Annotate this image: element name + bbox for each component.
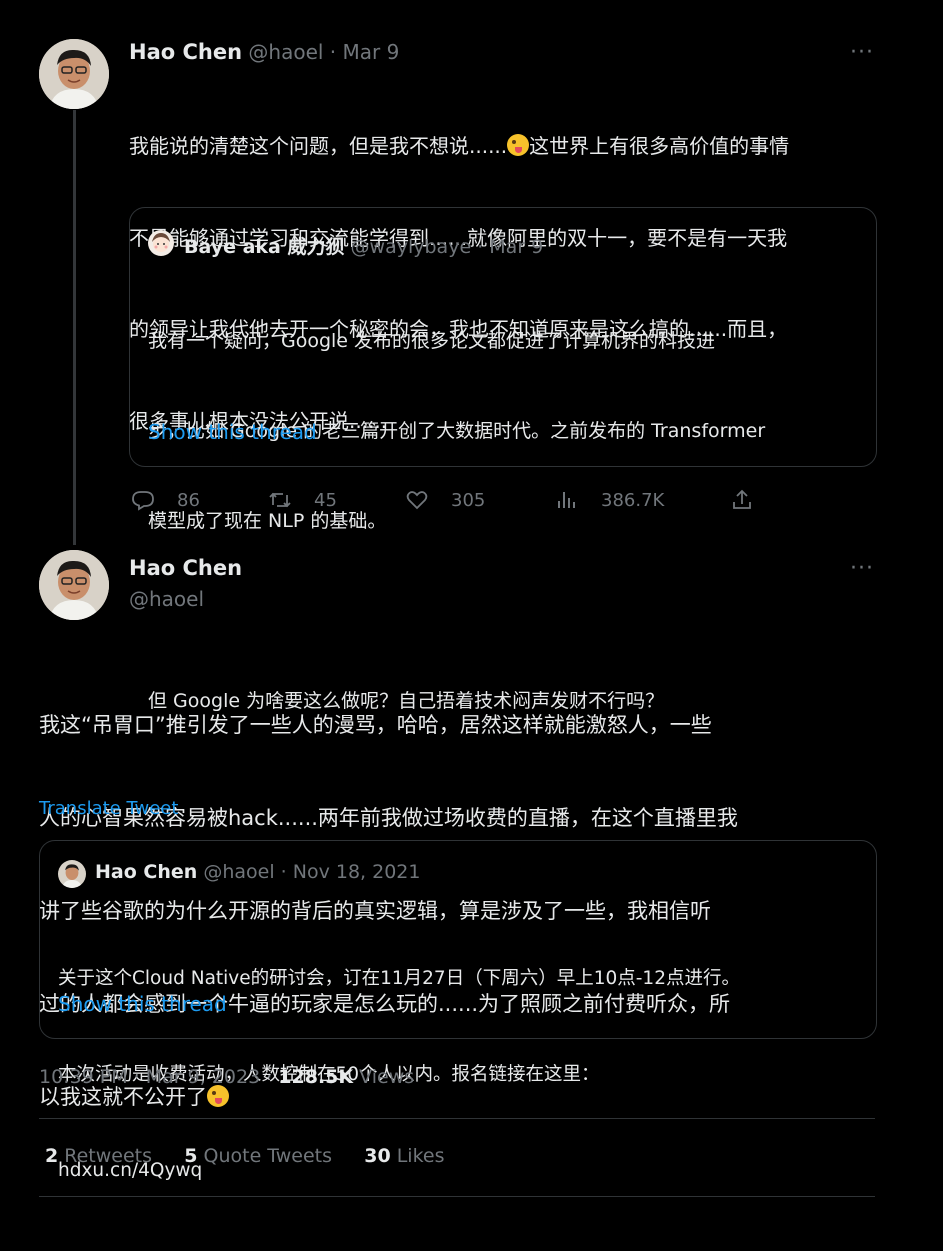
timestamp-text[interactable]: 10:39 PM · Mar 9, 2023 · bbox=[39, 1066, 278, 1088]
like-button[interactable]: 305 bbox=[405, 488, 485, 512]
tweet-date[interactable]: Mar 9 bbox=[343, 40, 400, 64]
show-thread-link[interactable]: Show this thread bbox=[58, 992, 227, 1016]
quoted-header: Baye aka 威力狈 @waylybaye · Mar 9 bbox=[184, 232, 543, 259]
author-handle[interactable]: @haoel bbox=[129, 587, 204, 611]
quoted-date: Nov 18, 2021 bbox=[292, 861, 421, 883]
quoted-author-name: Hao Chen bbox=[95, 861, 198, 883]
retweet-button[interactable]: 45 bbox=[268, 488, 337, 512]
tweet-text-line: 这世界上有很多高价值的事情 bbox=[529, 134, 790, 158]
show-thread-link[interactable]: Show this thread bbox=[148, 420, 317, 444]
author-name[interactable]: Hao Chen bbox=[129, 40, 242, 64]
quote-tweets-count: 5 bbox=[184, 1145, 198, 1167]
quoted-text-line: 我有一个疑问，Google 发布的很多论文都促进了计算机界的科技进 bbox=[148, 330, 716, 352]
quoted-avatar bbox=[148, 230, 174, 256]
author-name[interactable]: Hao Chen bbox=[129, 556, 242, 580]
quoted-date: Mar 9 bbox=[489, 236, 544, 258]
like-count: 305 bbox=[451, 489, 486, 511]
views-count: 128.5K bbox=[278, 1066, 354, 1088]
more-options-icon[interactable]: ··· bbox=[850, 556, 874, 581]
separator-dot: · bbox=[477, 236, 484, 258]
quote-tweets-label: Quote Tweets bbox=[197, 1145, 333, 1167]
divider bbox=[39, 1118, 875, 1119]
likes-label: Likes bbox=[390, 1145, 445, 1167]
avatar[interactable] bbox=[39, 39, 109, 109]
divider bbox=[39, 1196, 875, 1197]
quoted-author-handle: @waylybaye bbox=[350, 236, 472, 258]
quoted-text-line: 模型成了现在 NLP 的基础。 bbox=[148, 510, 387, 532]
avatar[interactable] bbox=[39, 550, 109, 620]
likes-stat[interactable]: 30 Likes bbox=[364, 1145, 444, 1167]
view-count: 386.7K bbox=[601, 489, 665, 511]
quoted-avatar bbox=[58, 860, 86, 888]
cartoon-avatar-icon bbox=[148, 230, 174, 256]
separator-dot: · bbox=[329, 40, 337, 64]
retweet-count: 45 bbox=[314, 489, 337, 511]
more-options-icon[interactable]: ··· bbox=[850, 40, 874, 65]
engagement-stats: 2 Retweets 5 Quote Tweets 30 Likes bbox=[45, 1145, 445, 1167]
retweets-stat[interactable]: 2 Retweets bbox=[45, 1145, 152, 1167]
reply-icon bbox=[132, 491, 154, 511]
quoted-text-line: 关于这个Cloud Native的研讨会，订在11月27日（下周六）早上10点-… bbox=[58, 968, 740, 989]
separator-dot: · bbox=[280, 861, 287, 883]
views-label: Views bbox=[353, 1066, 415, 1088]
quoted-tweet-card[interactable]: Hao Chen @haoel · Nov 18, 2021 关于这个Cloud… bbox=[39, 840, 877, 1181]
thread-connector-line bbox=[73, 110, 76, 545]
tweet-text-line: 我这“吊胃口”推引发了一些人的漫骂，哈哈，居然这样就能激怒人，一些 bbox=[39, 713, 712, 737]
views-button[interactable]: 386.7K bbox=[555, 488, 664, 512]
quoted-author-name: Baye aka 威力狈 bbox=[184, 236, 345, 258]
retweets-label: Retweets bbox=[58, 1145, 153, 1167]
tweet-timestamp: 10:39 PM · Mar 9, 2023 · 128.5K Views bbox=[39, 1066, 414, 1088]
author-handle[interactable]: @haoel bbox=[248, 40, 323, 64]
avatar-photo bbox=[39, 39, 109, 109]
winking-face-emoji-icon bbox=[507, 134, 530, 156]
translate-tweet-link[interactable]: Translate Tweet bbox=[39, 798, 178, 819]
avatar-photo bbox=[39, 550, 109, 620]
reply-button[interactable]: 86 bbox=[131, 488, 200, 512]
reply-count: 86 bbox=[177, 489, 200, 511]
avatar-photo bbox=[58, 860, 86, 888]
quoted-header: Hao Chen @haoel · Nov 18, 2021 bbox=[95, 861, 420, 883]
retweet-icon bbox=[269, 492, 291, 508]
share-icon bbox=[733, 489, 751, 509]
retweets-count: 2 bbox=[45, 1145, 59, 1167]
heart-icon bbox=[406, 491, 428, 510]
quote-tweets-stat[interactable]: 5 Quote Tweets bbox=[184, 1145, 332, 1167]
analytics-icon bbox=[558, 492, 575, 508]
quoted-author-handle: @haoel bbox=[203, 861, 275, 883]
tweet-text-line: 我能说的清楚这个问题，但是我不想说...... bbox=[129, 134, 508, 158]
share-button[interactable] bbox=[730, 488, 754, 512]
tweet1-header: Hao Chen @haoel · Mar 9 bbox=[129, 40, 399, 64]
quoted-tweet-card[interactable]: Baye aka 威力狈 @waylybaye · Mar 9 我有一个疑问，G… bbox=[129, 207, 877, 712]
likes-count: 30 bbox=[364, 1145, 391, 1167]
